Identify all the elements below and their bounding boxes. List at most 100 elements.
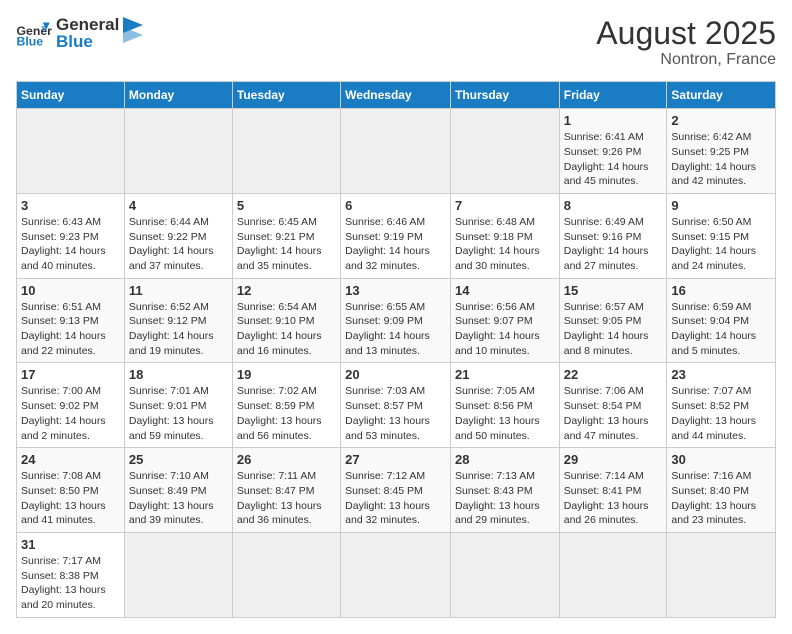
weekday-header-monday: Monday bbox=[124, 82, 232, 109]
weekday-header-sunday: Sunday bbox=[17, 82, 125, 109]
day-number: 28 bbox=[455, 452, 555, 467]
day-info: Sunrise: 7:10 AM Sunset: 8:49 PM Dayligh… bbox=[129, 469, 228, 528]
day-info: Sunrise: 7:05 AM Sunset: 8:56 PM Dayligh… bbox=[455, 384, 555, 443]
calendar-table: SundayMondayTuesdayWednesdayThursdayFrid… bbox=[16, 81, 776, 618]
day-number: 14 bbox=[455, 283, 555, 298]
day-info: Sunrise: 7:13 AM Sunset: 8:43 PM Dayligh… bbox=[455, 469, 555, 528]
calendar-cell: 1 Sunrise: 6:41 AM Sunset: 9:26 PM Daylig… bbox=[559, 109, 667, 194]
logo-general-text: General bbox=[56, 16, 119, 33]
calendar-cell bbox=[559, 532, 667, 617]
calendar-cell: 13 Sunrise: 6:55 AM Sunset: 9:09 PM Dayli… bbox=[341, 278, 451, 363]
calendar-cell bbox=[341, 532, 451, 617]
day-number: 25 bbox=[129, 452, 228, 467]
day-info: Sunrise: 7:02 AM Sunset: 8:59 PM Dayligh… bbox=[237, 384, 336, 443]
day-info: Sunrise: 7:08 AM Sunset: 8:50 PM Dayligh… bbox=[21, 469, 120, 528]
logo: General Blue General Blue bbox=[16, 16, 147, 50]
calendar-cell: 18Sunrise: 7:01 AM Sunset: 9:01 PM Dayli… bbox=[124, 363, 232, 448]
calendar-cell: 26 Sunrise: 7:11 AM Sunset: 8:47 PM Dayli… bbox=[232, 448, 340, 533]
day-number: 2 bbox=[671, 113, 771, 128]
day-info: Sunrise: 6:44 AM Sunset: 9:22 PM Dayligh… bbox=[129, 215, 228, 274]
calendar-cell: 27 Sunrise: 7:12 AM Sunset: 8:45 PM Dayli… bbox=[341, 448, 451, 533]
logo-blue-text: Blue bbox=[56, 33, 119, 50]
day-info: Sunrise: 7:16 AM Sunset: 8:40 PM Dayligh… bbox=[671, 469, 771, 528]
day-number: 13 bbox=[345, 283, 446, 298]
day-info: Sunrise: 7:00 AM Sunset: 9:02 PM Dayligh… bbox=[21, 384, 120, 443]
day-info: Sunrise: 6:41 AM Sunset: 9:26 PM Dayligh… bbox=[564, 130, 663, 189]
day-info: Sunrise: 7:12 AM Sunset: 8:45 PM Dayligh… bbox=[345, 469, 446, 528]
day-number: 5 bbox=[237, 198, 336, 213]
day-info: Sunrise: 6:49 AM Sunset: 9:16 PM Dayligh… bbox=[564, 215, 663, 274]
calendar-cell bbox=[450, 109, 559, 194]
calendar-cell: 24 Sunrise: 7:08 AM Sunset: 8:50 PM Dayli… bbox=[17, 448, 125, 533]
day-number: 18 bbox=[129, 367, 228, 382]
day-info: Sunrise: 7:17 AM Sunset: 8:38 PM Dayligh… bbox=[21, 554, 120, 613]
calendar-cell bbox=[232, 532, 340, 617]
calendar-cell: 8 Sunrise: 6:49 AM Sunset: 9:16 PM Daylig… bbox=[559, 193, 667, 278]
calendar-cell: 9 Sunrise: 6:50 AM Sunset: 9:15 PM Daylig… bbox=[667, 193, 776, 278]
calendar-cell: 20 Sunrise: 7:03 AM Sunset: 8:57 PM Dayli… bbox=[341, 363, 451, 448]
calendar-cell: 6Sunrise: 6:46 AM Sunset: 9:19 PM Daylig… bbox=[341, 193, 451, 278]
calendar-cell bbox=[667, 532, 776, 617]
day-info: Sunrise: 6:59 AM Sunset: 9:04 PM Dayligh… bbox=[671, 300, 771, 359]
calendar-cell: 17Sunrise: 7:00 AM Sunset: 9:02 PM Dayli… bbox=[17, 363, 125, 448]
calendar-cell: 2 Sunrise: 6:42 AM Sunset: 9:25 PM Daylig… bbox=[667, 109, 776, 194]
day-info: Sunrise: 6:50 AM Sunset: 9:15 PM Dayligh… bbox=[671, 215, 771, 274]
day-info: Sunrise: 6:42 AM Sunset: 9:25 PM Dayligh… bbox=[671, 130, 771, 189]
day-number: 29 bbox=[564, 452, 663, 467]
day-number: 24 bbox=[21, 452, 120, 467]
weekday-header-friday: Friday bbox=[559, 82, 667, 109]
day-number: 1 bbox=[564, 113, 663, 128]
day-number: 27 bbox=[345, 452, 446, 467]
day-number: 20 bbox=[345, 367, 446, 382]
calendar-cell: 11Sunrise: 6:52 AM Sunset: 9:12 PM Dayli… bbox=[124, 278, 232, 363]
day-info: Sunrise: 6:57 AM Sunset: 9:05 PM Dayligh… bbox=[564, 300, 663, 359]
day-number: 22 bbox=[564, 367, 663, 382]
calendar-cell bbox=[124, 532, 232, 617]
calendar-cell: 12Sunrise: 6:54 AM Sunset: 9:10 PM Dayli… bbox=[232, 278, 340, 363]
title-block: August 2025 Nontron, France bbox=[596, 16, 776, 69]
calendar-cell bbox=[341, 109, 451, 194]
weekday-header-saturday: Saturday bbox=[667, 82, 776, 109]
day-number: 6 bbox=[345, 198, 446, 213]
calendar-cell bbox=[17, 109, 125, 194]
day-number: 21 bbox=[455, 367, 555, 382]
day-number: 3 bbox=[21, 198, 120, 213]
day-info: Sunrise: 7:07 AM Sunset: 8:52 PM Dayligh… bbox=[671, 384, 771, 443]
day-info: Sunrise: 6:56 AM Sunset: 9:07 PM Dayligh… bbox=[455, 300, 555, 359]
day-info: Sunrise: 6:45 AM Sunset: 9:21 PM Dayligh… bbox=[237, 215, 336, 274]
day-info: Sunrise: 7:03 AM Sunset: 8:57 PM Dayligh… bbox=[345, 384, 446, 443]
day-info: Sunrise: 7:14 AM Sunset: 8:41 PM Dayligh… bbox=[564, 469, 663, 528]
calendar-cell: 7 Sunrise: 6:48 AM Sunset: 9:18 PM Daylig… bbox=[450, 193, 559, 278]
weekday-header-thursday: Thursday bbox=[450, 82, 559, 109]
calendar-cell: 25 Sunrise: 7:10 AM Sunset: 8:49 PM Dayli… bbox=[124, 448, 232, 533]
day-number: 9 bbox=[671, 198, 771, 213]
logo-flag-icon bbox=[123, 17, 147, 49]
day-number: 19 bbox=[237, 367, 336, 382]
day-info: Sunrise: 6:51 AM Sunset: 9:13 PM Dayligh… bbox=[21, 300, 120, 359]
calendar-cell: 30Sunrise: 7:16 AM Sunset: 8:40 PM Dayli… bbox=[667, 448, 776, 533]
day-info: Sunrise: 6:48 AM Sunset: 9:18 PM Dayligh… bbox=[455, 215, 555, 274]
day-info: Sunrise: 7:11 AM Sunset: 8:47 PM Dayligh… bbox=[237, 469, 336, 528]
weekday-header-wednesday: Wednesday bbox=[341, 82, 451, 109]
calendar-cell bbox=[124, 109, 232, 194]
page-title: August 2025 bbox=[596, 16, 776, 51]
day-info: Sunrise: 6:43 AM Sunset: 9:23 PM Dayligh… bbox=[21, 215, 120, 274]
day-number: 26 bbox=[237, 452, 336, 467]
day-info: Sunrise: 6:54 AM Sunset: 9:10 PM Dayligh… bbox=[237, 300, 336, 359]
weekday-header-tuesday: Tuesday bbox=[232, 82, 340, 109]
calendar-cell: 4Sunrise: 6:44 AM Sunset: 9:22 PM Daylig… bbox=[124, 193, 232, 278]
day-info: Sunrise: 7:06 AM Sunset: 8:54 PM Dayligh… bbox=[564, 384, 663, 443]
calendar-cell: 23 Sunrise: 7:07 AM Sunset: 8:52 PM Dayli… bbox=[667, 363, 776, 448]
svg-text:Blue: Blue bbox=[17, 34, 44, 47]
day-number: 7 bbox=[455, 198, 555, 213]
calendar-cell: 28 Sunrise: 7:13 AM Sunset: 8:43 PM Dayli… bbox=[450, 448, 559, 533]
day-number: 8 bbox=[564, 198, 663, 213]
day-info: Sunrise: 6:55 AM Sunset: 9:09 PM Dayligh… bbox=[345, 300, 446, 359]
page-subtitle: Nontron, France bbox=[596, 51, 776, 69]
day-info: Sunrise: 6:52 AM Sunset: 9:12 PM Dayligh… bbox=[129, 300, 228, 359]
calendar-cell: 3 Sunrise: 6:43 AM Sunset: 9:23 PM Daylig… bbox=[17, 193, 125, 278]
day-number: 10 bbox=[21, 283, 120, 298]
day-number: 23 bbox=[671, 367, 771, 382]
day-number: 31 bbox=[21, 537, 120, 552]
calendar-cell: 29 Sunrise: 7:14 AM Sunset: 8:41 PM Dayli… bbox=[559, 448, 667, 533]
